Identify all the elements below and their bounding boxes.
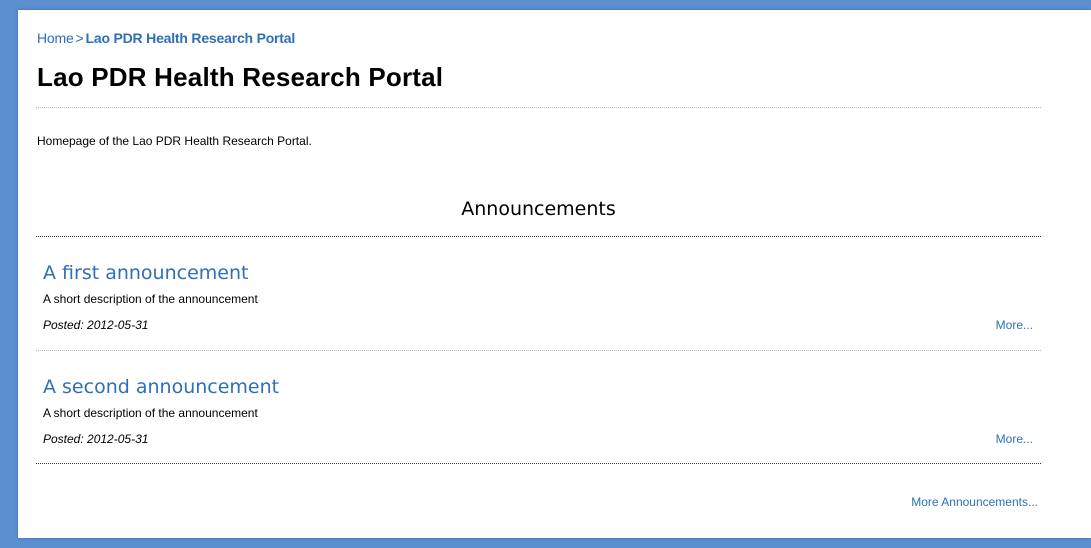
- breadcrumb-separator: >: [75, 30, 84, 46]
- announcements-list-end-divider: [36, 463, 1041, 464]
- page-title: Lao PDR Health Research Portal: [37, 62, 444, 92]
- announcement-title-link[interactable]: A first announcement: [43, 262, 248, 284]
- breadcrumb: Home > Lao PDR Health Research Portal: [37, 30, 295, 46]
- announcement-divider: [36, 350, 1041, 351]
- window-frame: Home > Lao PDR Health Research Portal Lao …: [0, 0, 1091, 548]
- breadcrumb-current-link[interactable]: Lao PDR Health Research Portal: [86, 30, 296, 46]
- announcements-divider: [36, 236, 1041, 237]
- content-panel: Home > Lao PDR Health Research Portal Lao …: [18, 10, 1091, 538]
- announcement-description: A short description of the announcement: [43, 406, 258, 420]
- breadcrumb-home-link[interactable]: Home: [37, 30, 74, 46]
- announcement-more-link[interactable]: More...: [996, 318, 1033, 332]
- announcement-more-link[interactable]: More...: [996, 432, 1033, 446]
- announcement-posted-date: Posted: 2012-05-31: [43, 318, 149, 332]
- more-announcements-link[interactable]: More Announcements...: [911, 495, 1038, 509]
- page-description: Homepage of the Lao PDR Health Research …: [37, 134, 312, 148]
- announcement-description: A short description of the announcement: [43, 292, 258, 306]
- announcement-posted-date: Posted: 2012-05-31: [43, 432, 149, 446]
- announcement-title-link[interactable]: A second announcement: [43, 376, 279, 398]
- title-divider: [36, 107, 1041, 108]
- announcements-heading: Announcements: [461, 198, 616, 220]
